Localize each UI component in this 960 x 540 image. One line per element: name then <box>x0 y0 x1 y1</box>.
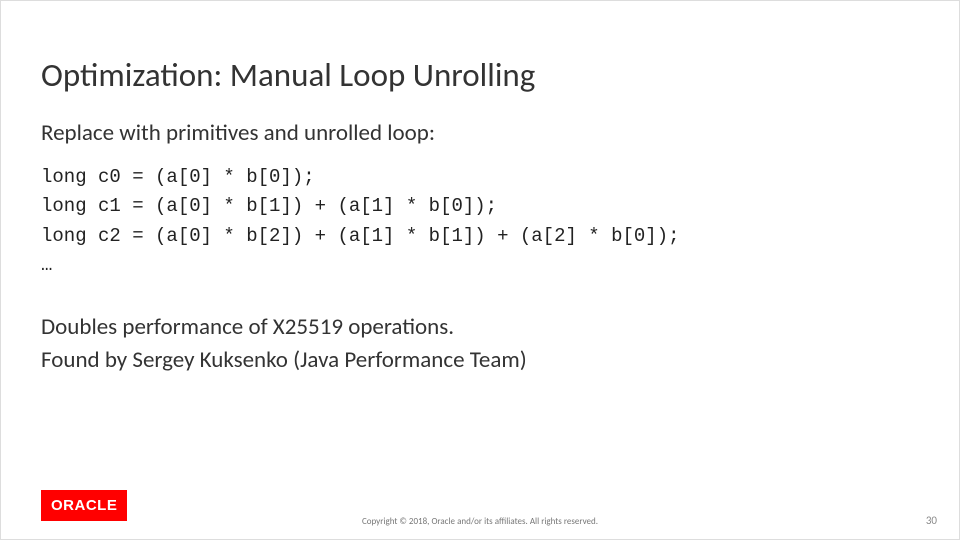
logo-text: ORACLE <box>51 497 117 514</box>
copyright-text: Copyright © 2018, Oracle and/or its affi… <box>1 516 959 527</box>
slide-content: Optimization: Manual Loop Unrolling Repl… <box>41 55 919 377</box>
code-block: long c0 = (a[0] * b[0]); long c1 = (a[0]… <box>41 163 919 281</box>
page-number: 30 <box>926 514 937 527</box>
slide: Optimization: Manual Loop Unrolling Repl… <box>0 0 960 540</box>
slide-title: Optimization: Manual Loop Unrolling <box>41 55 919 95</box>
result-line-2: Found by Sergey Kuksenko (Java Performan… <box>41 344 919 377</box>
slide-subtitle: Replace with primitives and unrolled loo… <box>41 119 919 147</box>
result-line-1: Doubles performance of X25519 operations… <box>41 311 919 344</box>
result-text: Doubles performance of X25519 operations… <box>41 311 919 378</box>
